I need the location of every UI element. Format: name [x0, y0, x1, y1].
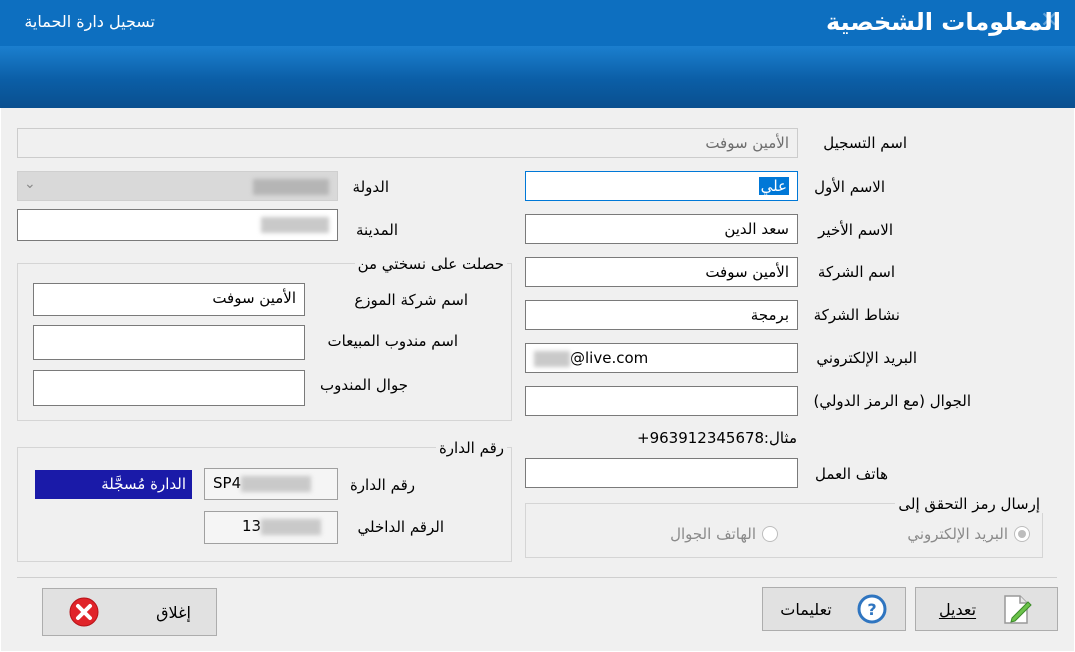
- close-button[interactable]: إغلاق: [42, 588, 217, 636]
- city-redacted: [261, 216, 329, 233]
- city-field[interactable]: [17, 209, 338, 241]
- verify-mobile-radio[interactable]: [762, 526, 778, 542]
- company-name-label: اسم الشركة: [817, 263, 895, 281]
- rep-mobile-field[interactable]: [33, 370, 305, 406]
- circuit-number-field[interactable]: SP4: [204, 468, 338, 500]
- circuit-group: [17, 447, 512, 562]
- example-label: مثال:: [763, 429, 797, 447]
- registration-field[interactable]: الأمين سوفت: [17, 128, 798, 158]
- help-button[interactable]: ? تعليمات: [762, 587, 906, 631]
- help-icon: ?: [857, 594, 887, 624]
- verify-email-radio[interactable]: [1014, 526, 1030, 542]
- circuit-number-label: رقم الدارة: [349, 476, 415, 494]
- sales-rep-label: اسم مندوب المبيعات: [327, 332, 458, 350]
- divider: [17, 577, 1057, 578]
- registration-label: اسم التسجيل: [823, 134, 907, 152]
- first-name-value: علي: [758, 177, 789, 195]
- email-label: البريد الإلكتروني: [816, 349, 917, 367]
- page-title: المعلومات الشخصية: [825, 8, 1061, 36]
- edit-button-label: تعديل: [938, 599, 977, 619]
- close-circle-icon: [69, 597, 99, 627]
- country-label: الدولة: [352, 178, 389, 196]
- company-activity-field[interactable]: برمجة: [525, 300, 798, 330]
- mobile-label: الجوال (مع الرمز الدولي): [813, 392, 971, 410]
- edit-button[interactable]: تعديل: [915, 587, 1058, 631]
- company-name-field[interactable]: الأمين سوفت: [525, 257, 798, 287]
- internal-number-value: 13: [242, 517, 262, 535]
- country-redacted: [253, 178, 329, 195]
- edit-icon: [1004, 595, 1032, 624]
- country-select[interactable]: ⌄: [17, 171, 338, 201]
- internal-number-redacted: [261, 518, 322, 535]
- svg-text:?: ?: [867, 600, 876, 619]
- company-activity-label: نشاط الشركة: [813, 306, 900, 324]
- email-redacted: [534, 350, 570, 367]
- first-name-label: الاسم الأول: [814, 178, 885, 196]
- mobile-field[interactable]: [525, 386, 798, 416]
- circuit-number-redacted: [241, 475, 312, 492]
- internal-number-label: الرقم الداخلي: [357, 518, 444, 536]
- email-value: @live.com: [570, 349, 649, 367]
- chevron-down-icon: ⌄: [24, 176, 36, 192]
- help-button-label: تعليمات: [780, 599, 832, 619]
- rep-mobile-label: جوال المندوب: [319, 376, 408, 394]
- section-header: [0, 46, 1075, 108]
- email-field[interactable]: @live.com: [525, 343, 798, 373]
- close-button-label: إغلاق: [156, 602, 191, 622]
- work-phone-field[interactable]: [525, 458, 798, 488]
- distributor-field[interactable]: الأمين سوفت: [33, 283, 305, 316]
- status-badge: الدارة مُسجَّلة: [35, 470, 192, 499]
- distributor-label: اسم شركة الموزع: [354, 291, 468, 309]
- last-name-field[interactable]: سعد الدين: [525, 214, 798, 244]
- window-title: تسجيل دارة الحماية: [24, 12, 155, 31]
- circuit-group-title: رقم الدارة: [435, 439, 507, 457]
- last-name-label: الاسم الأخير: [818, 221, 893, 239]
- example-value: +963912345678: [637, 429, 765, 447]
- verify-email-label[interactable]: البريد الإلكتروني: [907, 525, 1008, 543]
- work-phone-label: هاتف العمل: [815, 465, 888, 483]
- copy-group-title: حصلت على نسختي من: [354, 255, 507, 273]
- sales-rep-field[interactable]: [33, 325, 305, 360]
- circuit-number-value: SP4: [213, 474, 242, 492]
- city-label: المدينة: [355, 221, 398, 239]
- first-name-field[interactable]: علي: [525, 171, 798, 201]
- internal-number-field[interactable]: 13: [204, 511, 338, 544]
- verify-mobile-label[interactable]: الهاتف الجوال: [670, 525, 756, 543]
- verify-group-title: إرسال رمز التحقق إلى: [895, 495, 1043, 513]
